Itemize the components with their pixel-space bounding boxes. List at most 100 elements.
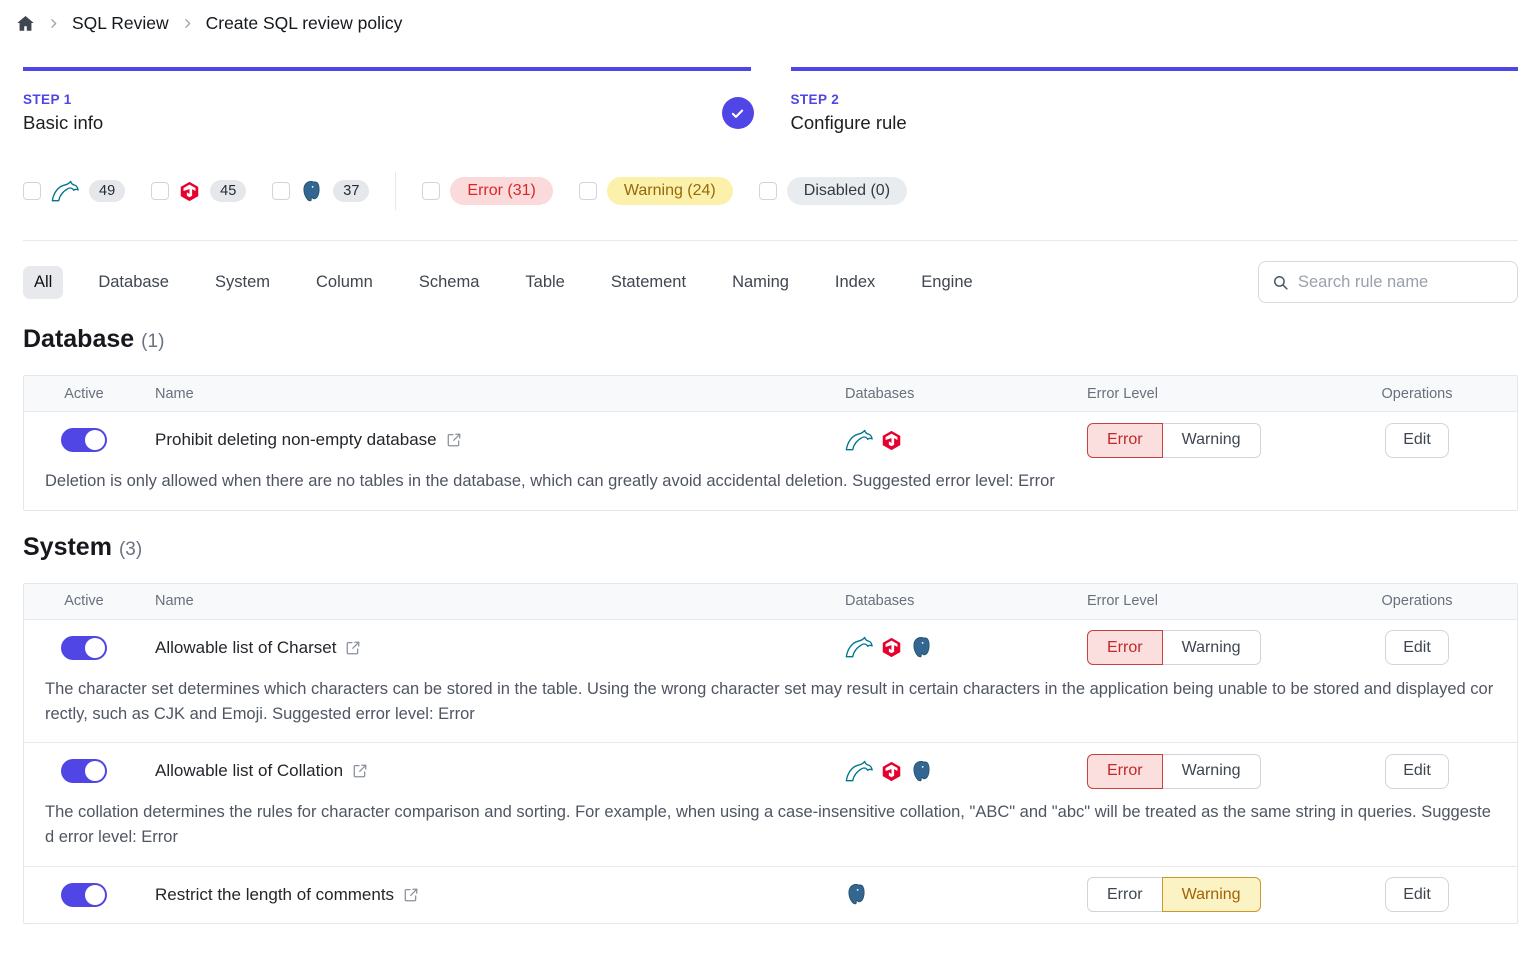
rule-databases <box>842 760 1072 783</box>
level-filter-warning[interactable]: Warning (24) <box>579 177 733 205</box>
table-row: Prohibit deleting non-empty database Err… <box>24 412 1517 468</box>
column-header-operations: Operations <box>1317 593 1517 609</box>
level-filter-disabled[interactable]: Disabled (0) <box>759 177 907 205</box>
engine-postgres-icon <box>910 636 933 659</box>
rule-description: Deletion is only allowed when there are … <box>24 468 1517 510</box>
edit-button[interactable]: Edit <box>1385 423 1449 458</box>
search-input-wrapper[interactable] <box>1258 261 1518 303</box>
column-header-name: Name <box>144 593 842 609</box>
rule-active-toggle[interactable] <box>61 636 107 660</box>
rule-active-toggle[interactable] <box>61 759 107 783</box>
level-pill-error: Error (31) <box>450 177 552 205</box>
engine-postgres-icon <box>845 883 868 906</box>
tab-engine[interactable]: Engine <box>910 266 983 299</box>
chevron-right-icon <box>47 17 60 30</box>
tab-column[interactable]: Column <box>305 266 384 299</box>
rule-block: Prohibit deleting non-empty database Err… <box>24 412 1517 510</box>
engine-mysql-icon <box>845 760 873 783</box>
error-level-warning-button[interactable]: Warning <box>1162 754 1261 789</box>
checkbox[interactable] <box>579 182 597 200</box>
rule-name: Allowable list of Collation <box>155 761 343 781</box>
error-level-error-button[interactable]: Error <box>1087 630 1163 665</box>
sql-review-page: SQL Review Create SQL review policy STEP … <box>0 0 1530 954</box>
rule-name: Restrict the length of comments <box>155 885 394 905</box>
engine-filter-postgres[interactable]: 37 <box>272 180 369 203</box>
filter-bar: 49 45 37 Error (31) Warning (24) Disabled (0) <box>23 172 1518 241</box>
external-link-icon[interactable] <box>345 640 361 656</box>
filter-divider <box>395 172 396 210</box>
rule-table: Active Name Databases Error Level Operat… <box>23 583 1518 924</box>
error-level-warning-button[interactable]: Warning <box>1162 877 1261 912</box>
checkbox[interactable] <box>23 182 41 200</box>
tab-statement[interactable]: Statement <box>600 266 697 299</box>
error-level-segmented: Error Warning <box>1087 423 1261 458</box>
column-header-error-level: Error Level <box>1072 386 1317 402</box>
engine-tidb-icon <box>179 181 200 202</box>
rule-block: Restrict the length of comments Error Wa… <box>24 866 1517 923</box>
tab-all[interactable]: All <box>23 266 63 299</box>
external-link-icon[interactable] <box>403 887 419 903</box>
tab-schema[interactable]: Schema <box>408 266 491 299</box>
section-title: Database(1) <box>23 325 1518 354</box>
step-2: STEP 2 Configure rule <box>791 67 1519 134</box>
tab-table[interactable]: Table <box>514 266 575 299</box>
level-filter-error[interactable]: Error (31) <box>422 177 552 205</box>
error-level-segmented: Error Warning <box>1087 877 1261 912</box>
rule-databases <box>842 636 1072 659</box>
level-pill-disabled: Disabled (0) <box>787 177 907 205</box>
rule-block: Allowable list of Charset Error Warning … <box>24 620 1517 743</box>
engine-count-badge: 49 <box>89 180 125 202</box>
tab-index[interactable]: Index <box>824 266 886 299</box>
engine-tidb-icon <box>881 761 902 782</box>
engine-count-badge: 45 <box>210 180 246 202</box>
rule-sections: Database(1) Active Name Databases Error … <box>23 325 1518 924</box>
rule-databases <box>842 883 1072 906</box>
checkbox[interactable] <box>151 182 169 200</box>
tab-system[interactable]: System <box>204 266 281 299</box>
rule-table: Active Name Databases Error Level Operat… <box>23 375 1518 511</box>
home-icon[interactable] <box>16 14 35 33</box>
checkbox[interactable] <box>759 182 777 200</box>
column-header-databases: Databases <box>842 386 1072 402</box>
engine-filter-tidb[interactable]: 45 <box>151 180 246 202</box>
edit-button[interactable]: Edit <box>1385 877 1449 912</box>
step-title: Basic info <box>23 112 751 134</box>
breadcrumb-item[interactable]: Create SQL review policy <box>206 13 403 34</box>
level-pill-warning: Warning (24) <box>607 177 733 205</box>
engine-tidb-icon <box>881 430 902 451</box>
step-title: Configure rule <box>791 112 1519 134</box>
edit-button[interactable]: Edit <box>1385 630 1449 665</box>
external-link-icon[interactable] <box>446 432 462 448</box>
search-input[interactable] <box>1298 273 1518 292</box>
edit-button[interactable]: Edit <box>1385 754 1449 789</box>
error-level-warning-button[interactable]: Warning <box>1162 423 1261 458</box>
rule-active-toggle[interactable] <box>61 428 107 452</box>
category-tabs: All Database System Column Schema Table Statem… <box>23 261 1518 303</box>
error-level-error-button[interactable]: Error <box>1087 754 1163 789</box>
rule-block: Allowable list of Collation Error Warnin… <box>24 742 1517 866</box>
error-level-error-button[interactable]: Error <box>1087 877 1163 912</box>
rule-section: System(3) Active Name Databases Error Le… <box>23 533 1518 924</box>
table-header-row: Active Name Databases Error Level Operat… <box>24 376 1517 412</box>
checkbox[interactable] <box>422 182 440 200</box>
error-level-error-button[interactable]: Error <box>1087 423 1163 458</box>
error-level-segmented: Error Warning <box>1087 754 1261 789</box>
breadcrumb-item[interactable]: SQL Review <box>72 13 169 34</box>
external-link-icon[interactable] <box>352 763 368 779</box>
rule-name: Prohibit deleting non-empty database <box>155 430 437 450</box>
tab-database[interactable]: Database <box>87 266 180 299</box>
engine-tidb-icon <box>881 637 902 658</box>
rule-section: Database(1) Active Name Databases Error … <box>23 325 1518 511</box>
checkbox[interactable] <box>272 182 290 200</box>
error-level-warning-button[interactable]: Warning <box>1162 630 1261 665</box>
rule-active-toggle[interactable] <box>61 883 107 907</box>
section-title: System(3) <box>23 533 1518 562</box>
tab-naming[interactable]: Naming <box>721 266 800 299</box>
engine-count-badge: 37 <box>333 180 369 202</box>
step-label: STEP 2 <box>791 92 1519 107</box>
table-header-row: Active Name Databases Error Level Operat… <box>24 584 1517 620</box>
step-label: STEP 1 <box>23 92 751 107</box>
chevron-right-icon <box>181 17 194 30</box>
steps-row: STEP 1 Basic info STEP 2 Configure rule <box>23 67 1518 134</box>
engine-filter-mysql[interactable]: 49 <box>23 180 125 203</box>
